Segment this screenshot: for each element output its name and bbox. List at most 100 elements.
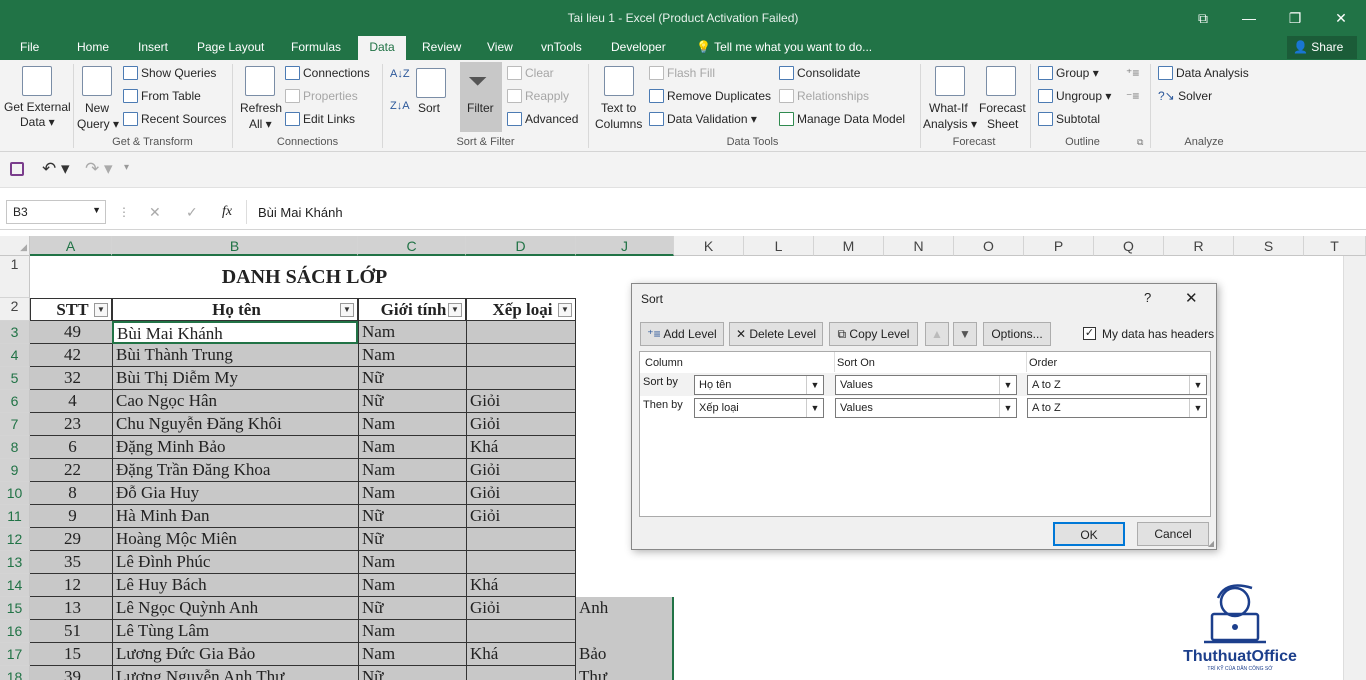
- sort-a-to-z-icon[interactable]: A↓Z: [390, 68, 410, 80]
- flash-fill-button[interactable]: Flash Fill: [649, 66, 715, 80]
- rank-cell[interactable]: [466, 551, 576, 574]
- column-header-S[interactable]: S: [1234, 236, 1304, 256]
- edit-links-button[interactable]: Edit Links: [285, 112, 355, 126]
- rank-cell[interactable]: Giỏi: [466, 482, 576, 505]
- name-cell[interactable]: Hà Minh Đan: [112, 505, 358, 528]
- rank-cell[interactable]: [466, 528, 576, 551]
- reapply-button[interactable]: Reapply: [507, 89, 569, 103]
- rank-cell[interactable]: Giỏi: [466, 505, 576, 528]
- gender-cell[interactable]: Nam: [358, 413, 466, 436]
- column-header-T[interactable]: T: [1304, 236, 1366, 256]
- row-header-1[interactable]: 1: [0, 256, 30, 298]
- close-window-button[interactable]: ✕: [1318, 6, 1364, 30]
- undo-icon[interactable]: ↶ ▾: [42, 159, 70, 179]
- share-button[interactable]: 👤 Share: [1287, 36, 1357, 59]
- rank-cell[interactable]: [466, 367, 576, 390]
- tab-data[interactable]: Data: [358, 36, 406, 60]
- row-header-13[interactable]: 13: [0, 551, 30, 574]
- text-to-columns-label[interactable]: Columns: [595, 117, 642, 131]
- tab-vntools[interactable]: vnTools: [533, 36, 590, 60]
- select-all-corner[interactable]: ◢: [0, 236, 30, 256]
- name-cell[interactable]: Đặng Trần Đăng Khoa: [112, 459, 358, 482]
- row-header-2[interactable]: 2: [0, 298, 30, 321]
- from-table-button[interactable]: From Table: [123, 89, 201, 103]
- row-header-5[interactable]: 5: [0, 367, 30, 390]
- tab-developer[interactable]: Developer: [603, 36, 674, 60]
- sort-by-sort-on-select[interactable]: Values ▼: [835, 375, 1017, 395]
- options-button[interactable]: Options...: [983, 322, 1051, 346]
- gender-cell[interactable]: Nữ: [358, 597, 466, 620]
- gender-cell[interactable]: Nữ: [358, 390, 466, 413]
- name-cell[interactable]: Bùi Thị Diễm My: [112, 367, 358, 390]
- name-box[interactable]: B3 ▼: [6, 200, 106, 224]
- column-header-C[interactable]: C: [358, 236, 466, 256]
- rank-cell[interactable]: Giỏi: [466, 459, 576, 482]
- restore-button[interactable]: ❐: [1272, 6, 1318, 30]
- row-header-9[interactable]: 9: [0, 459, 30, 482]
- show-queries-button[interactable]: Show Queries: [123, 66, 216, 80]
- properties-button[interactable]: Properties: [285, 89, 358, 103]
- column-header-L[interactable]: L: [744, 236, 814, 256]
- column-header-P[interactable]: P: [1024, 236, 1094, 256]
- rank-cell[interactable]: [466, 321, 576, 344]
- column-filter-header[interactable]: Họ tên ▼: [112, 298, 358, 321]
- filter-dropdown-icon[interactable]: ▼: [340, 303, 354, 317]
- copy-level-button[interactable]: ⧉ Copy Level: [829, 322, 918, 346]
- stt-cell[interactable]: 6: [30, 436, 112, 459]
- cancel-formula-icon[interactable]: ✕: [149, 204, 161, 221]
- column-filter-header[interactable]: Giới tính ▼: [358, 298, 466, 321]
- group-button[interactable]: Group ▾: [1038, 66, 1099, 80]
- filter-button[interactable]: ⏷ Filter: [460, 62, 502, 132]
- column-filter-header[interactable]: Xếp loại ▼: [466, 298, 576, 321]
- new-query-dropdown[interactable]: Query ▾: [77, 117, 119, 131]
- column-header-O[interactable]: O: [954, 236, 1024, 256]
- resize-grip-icon[interactable]: ◢: [1208, 539, 1214, 548]
- stt-cell[interactable]: 35: [30, 551, 112, 574]
- then-by-column-select[interactable]: Xếp loại ▼: [694, 398, 824, 418]
- row-header-6[interactable]: 6: [0, 390, 30, 413]
- column-header-J[interactable]: J: [576, 236, 674, 256]
- solver-button[interactable]: ?↘ Solver: [1158, 89, 1212, 103]
- formula-input[interactable]: Bùi Mai Khánh: [258, 205, 343, 220]
- row-header-3[interactable]: 3: [0, 321, 30, 344]
- rank-cell[interactable]: Khá: [466, 574, 576, 597]
- column-header-A[interactable]: A: [30, 236, 112, 256]
- gender-cell[interactable]: Nam: [358, 344, 466, 367]
- rank-cell[interactable]: Khá: [466, 643, 576, 666]
- stt-cell[interactable]: 29: [30, 528, 112, 551]
- recent-sources-button[interactable]: Recent Sources: [123, 112, 226, 126]
- redo-icon[interactable]: ↷ ▾: [85, 159, 113, 179]
- what-if-analysis-dropdown[interactable]: Analysis ▾: [923, 117, 977, 131]
- gender-cell[interactable]: Nam: [358, 459, 466, 482]
- refresh-all-dropdown[interactable]: All ▾: [249, 117, 272, 131]
- name-cell[interactable]: Lê Huy Bách: [112, 574, 358, 597]
- consolidate-button[interactable]: Consolidate: [779, 66, 860, 80]
- tab-view[interactable]: View: [479, 36, 521, 60]
- gender-cell[interactable]: Nam: [358, 574, 466, 597]
- get-external-data-button[interactable]: Get External: [4, 100, 71, 114]
- gender-cell[interactable]: Nữ: [358, 367, 466, 390]
- tab-page-layout[interactable]: Page Layout: [189, 36, 272, 60]
- stt-cell[interactable]: 12: [30, 574, 112, 597]
- ungroup-button[interactable]: Ungroup ▾: [1038, 89, 1111, 103]
- column-header-R[interactable]: R: [1164, 236, 1234, 256]
- help-button[interactable]: ?: [1144, 290, 1151, 305]
- gender-cell[interactable]: Nữ: [358, 666, 466, 680]
- gender-cell[interactable]: Nam: [358, 436, 466, 459]
- row-header-8[interactable]: 8: [0, 436, 30, 459]
- row-header-15[interactable]: 15: [0, 597, 30, 620]
- stt-cell[interactable]: 51: [30, 620, 112, 643]
- name-cell[interactable]: Hoàng Mộc Miên: [112, 528, 358, 551]
- filter-dropdown-icon[interactable]: ▼: [94, 303, 108, 317]
- row-header-17[interactable]: 17: [0, 643, 30, 666]
- move-up-button[interactable]: ▲: [925, 322, 949, 346]
- gender-cell[interactable]: Nam: [358, 643, 466, 666]
- name-cell[interactable]: Lương Đức Gia Bảo: [112, 643, 358, 666]
- what-if-analysis-button[interactable]: What-If: [929, 101, 968, 115]
- tab-insert[interactable]: Insert: [130, 36, 176, 60]
- name-cell[interactable]: Lương Nguyễn Anh Thư: [112, 666, 358, 680]
- sort-button[interactable]: Sort: [418, 101, 440, 115]
- name-cell[interactable]: Lê Ngọc Quỳnh Anh: [112, 597, 358, 620]
- column-header-Q[interactable]: Q: [1094, 236, 1164, 256]
- row-header-11[interactable]: 11: [0, 505, 30, 528]
